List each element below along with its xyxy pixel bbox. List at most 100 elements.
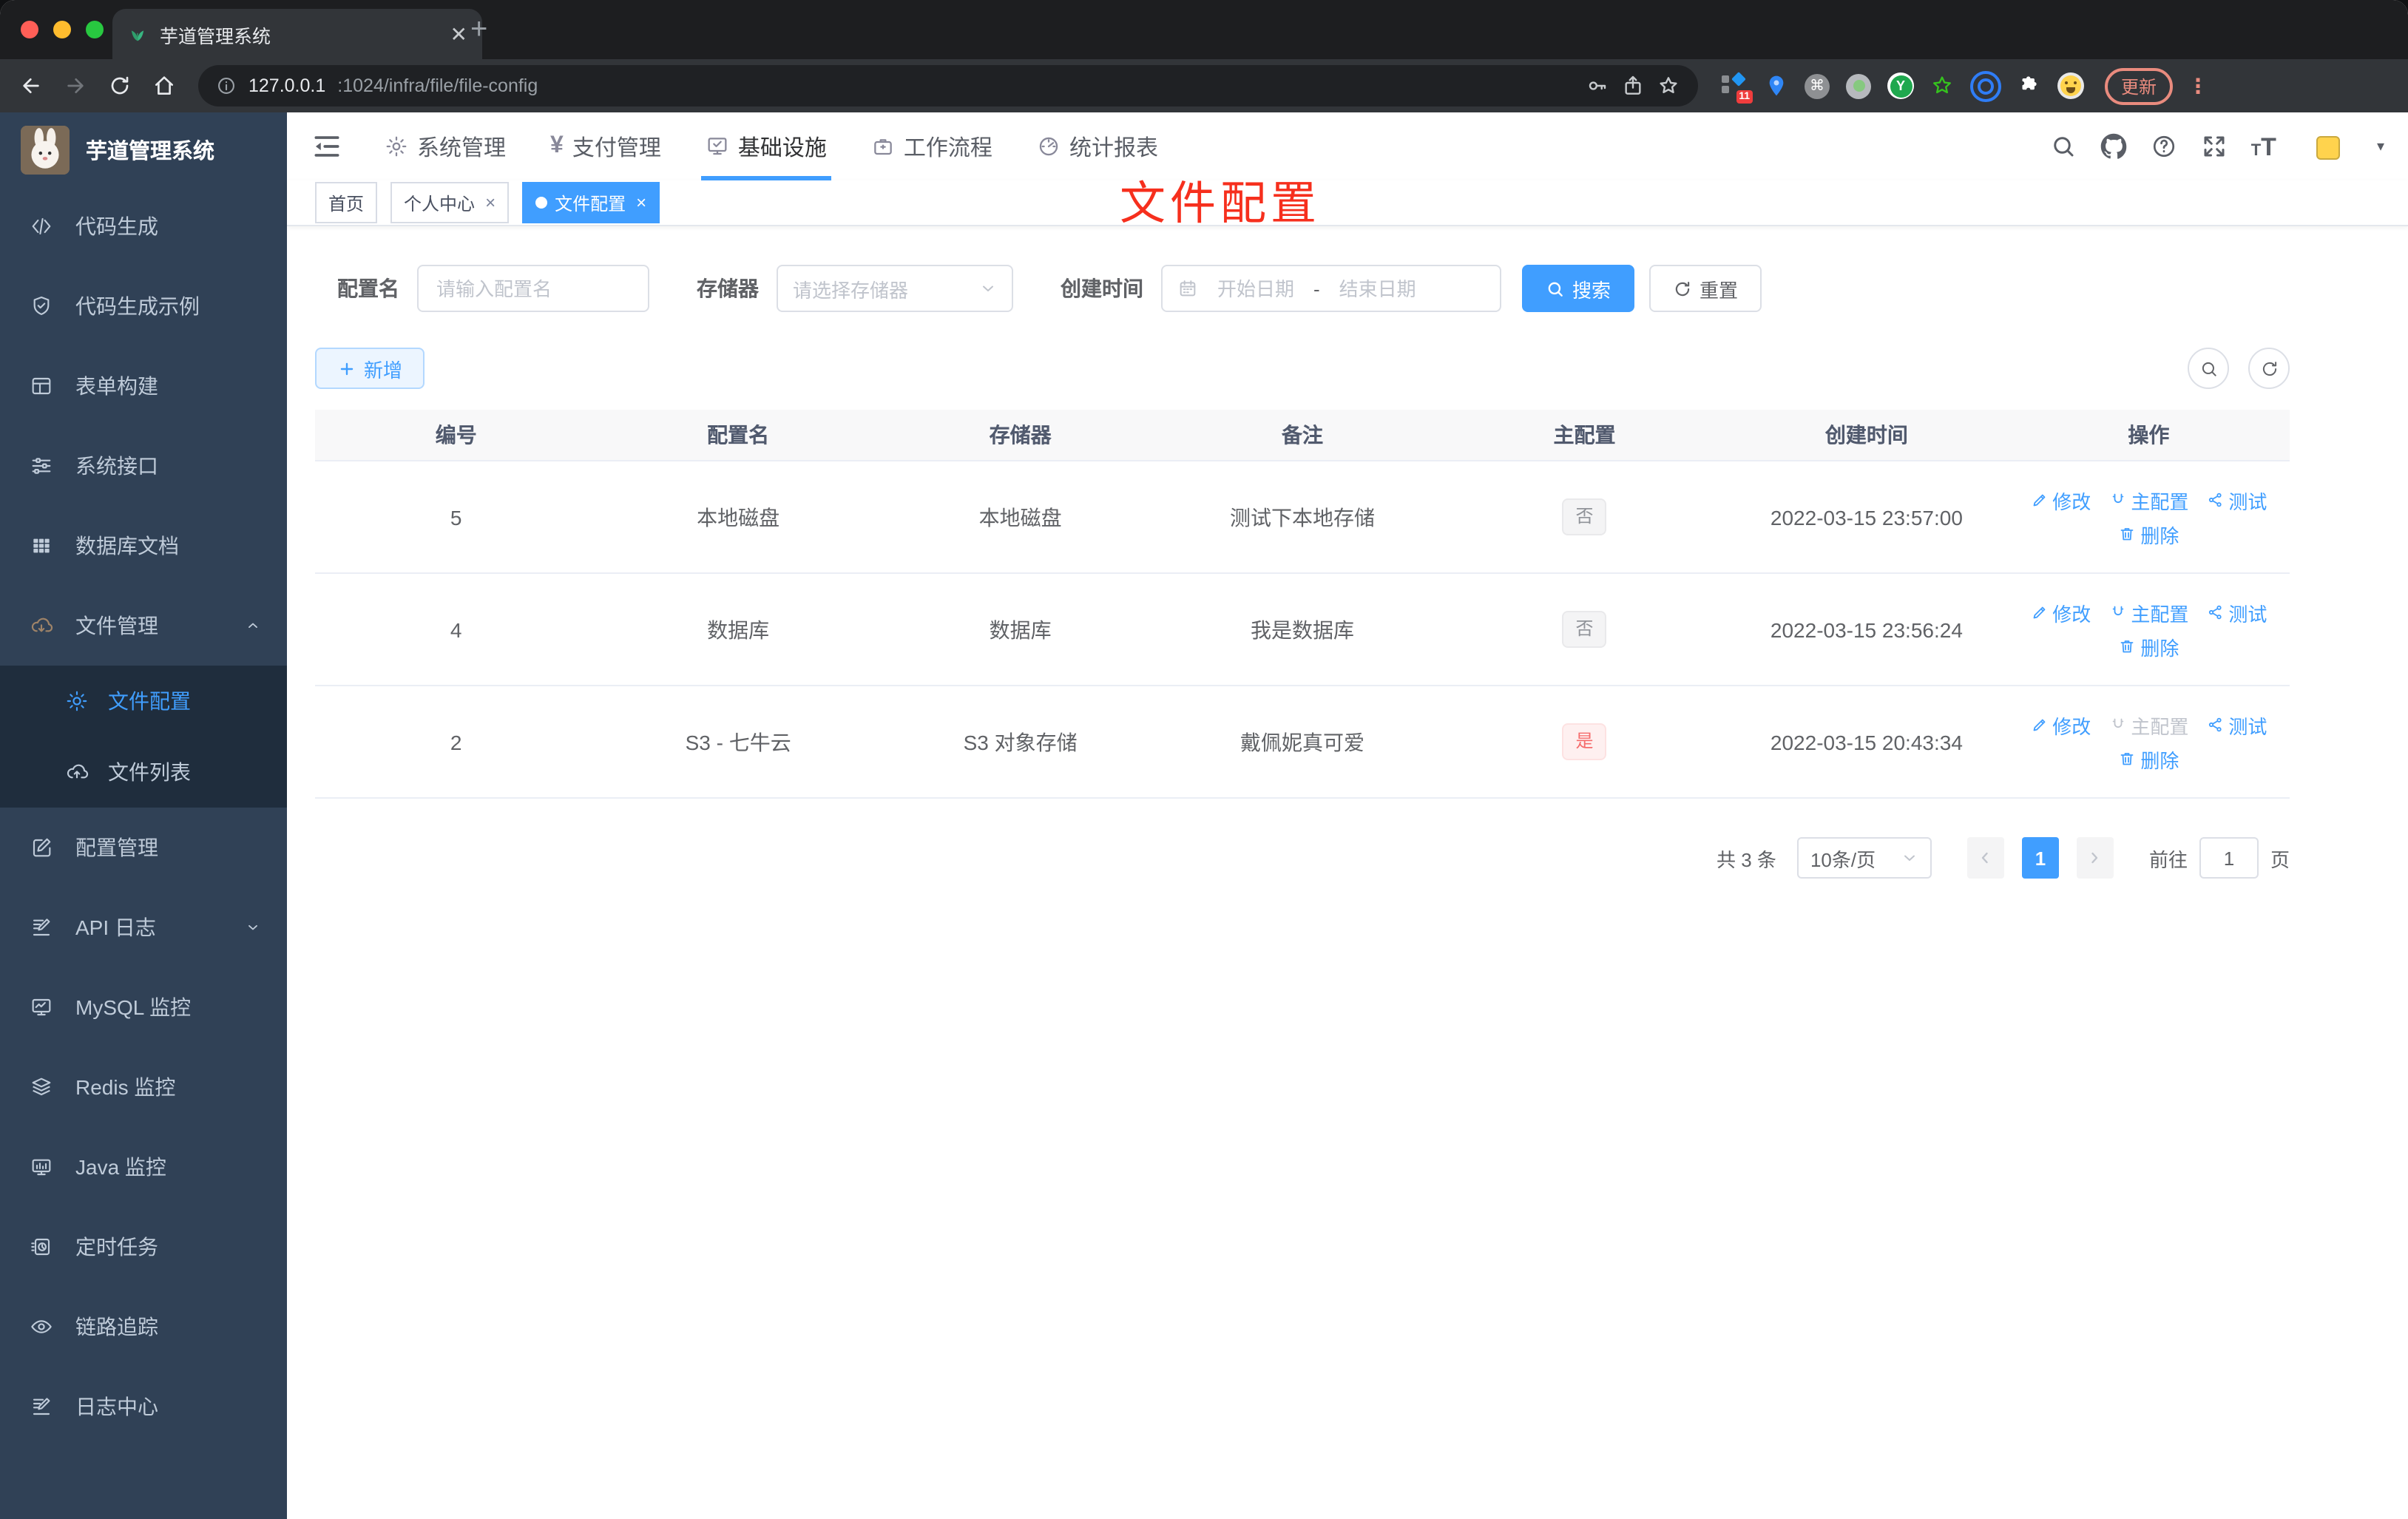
edit-action[interactable]: 修改 bbox=[2030, 711, 2091, 739]
app: 芋道管理系统 代码生成 代码生成示例 表单构建 系统接口 数据库文档 文件管理 … bbox=[0, 112, 2408, 1519]
menu-workflow[interactable]: 工作流程 bbox=[871, 112, 992, 180]
close-window-button[interactable] bbox=[21, 21, 38, 38]
total-count: 共 3 条 bbox=[1717, 848, 1776, 870]
master-action[interactable]: 主配置 bbox=[2108, 486, 2188, 514]
extension-y-icon[interactable]: Y bbox=[1887, 72, 1914, 99]
sidebar-item-db-doc[interactable]: 数据库文档 bbox=[0, 506, 287, 586]
end-date-input[interactable] bbox=[1328, 276, 1427, 301]
back-icon[interactable] bbox=[12, 67, 50, 105]
collapse-sidebar-icon[interactable] bbox=[311, 130, 343, 163]
sidebar-item-code-gen[interactable]: 代码生成 bbox=[0, 186, 287, 266]
table-header: 编号 配置名 存储器 备注 主配置 创建时间 操作 bbox=[315, 410, 2290, 461]
master-action[interactable]: 主配置 bbox=[2108, 598, 2188, 626]
help-icon[interactable] bbox=[2151, 133, 2177, 160]
extension-command-icon[interactable]: ⌘ bbox=[1805, 73, 1830, 98]
search-button[interactable]: 搜索 bbox=[1522, 265, 1635, 312]
test-action[interactable]: 测试 bbox=[2206, 486, 2267, 514]
share-nodes-icon bbox=[2206, 491, 2224, 509]
sidebar-item-redis-monitor[interactable]: Redis 监控 bbox=[0, 1047, 287, 1127]
sidebar-item-code-gen-example[interactable]: 代码生成示例 bbox=[0, 266, 287, 346]
sidebar-item-api-log[interactable]: API 日志 bbox=[0, 887, 287, 967]
form-grid-icon bbox=[30, 374, 53, 398]
bookmark-star-icon[interactable] bbox=[1657, 74, 1680, 98]
tab-close-icon[interactable]: ✕ bbox=[450, 24, 467, 44]
refresh-table-button[interactable] bbox=[2248, 348, 2290, 389]
delete-action[interactable]: 删除 bbox=[2118, 520, 2179, 548]
show-search-button[interactable] bbox=[2188, 348, 2229, 389]
font-size-icon[interactable]: TT bbox=[2251, 134, 2276, 159]
sidebar-item-file-manage[interactable]: 文件管理 bbox=[0, 586, 287, 666]
share-icon[interactable] bbox=[1621, 74, 1645, 98]
page-number-current[interactable]: 1 bbox=[2021, 837, 2059, 879]
start-date-input[interactable] bbox=[1207, 276, 1305, 301]
menu-system-manage[interactable]: 系统管理 bbox=[385, 112, 506, 180]
storage-select[interactable]: 请选择存储器 bbox=[777, 265, 1013, 312]
browser-menu-icon[interactable]: ⋮ bbox=[2188, 73, 2208, 98]
extension-pin-icon[interactable]: 11 bbox=[1722, 72, 1753, 104]
cell-remark: 戴佩妮真可爱 bbox=[1240, 730, 1365, 754]
sidebar-item-file-config[interactable]: 文件配置 bbox=[0, 666, 287, 737]
browser-tab[interactable]: 芋道管理系统 ✕ bbox=[112, 9, 482, 59]
table-row: 4 数据库 数据库 我是数据库 否 2022-03-15 23:56:24 修改… bbox=[315, 574, 2290, 686]
tag-file-config[interactable]: 文件配置 × bbox=[522, 182, 660, 223]
password-key-icon[interactable] bbox=[1586, 74, 1609, 98]
new-tab-button[interactable]: + bbox=[470, 15, 487, 44]
delete-action[interactable]: 删除 bbox=[2118, 632, 2179, 660]
home-icon[interactable] bbox=[145, 67, 183, 105]
sidebar-item-system-api[interactable]: 系统接口 bbox=[0, 426, 287, 506]
page-size-select[interactable]: 10条/页 bbox=[1796, 837, 1932, 879]
cell-created: 2022-03-15 20:43:34 bbox=[1770, 730, 1963, 754]
table-grid-icon bbox=[30, 534, 53, 558]
edit-square-icon bbox=[30, 836, 53, 859]
test-action[interactable]: 测试 bbox=[2206, 711, 2267, 739]
fullscreen-icon[interactable] bbox=[2201, 133, 2228, 160]
sidebar-item-log-center[interactable]: 日志中心 bbox=[0, 1367, 287, 1447]
close-icon[interactable]: × bbox=[636, 192, 646, 213]
github-icon[interactable] bbox=[2100, 133, 2127, 160]
extension-eye-icon[interactable] bbox=[1970, 70, 2001, 101]
extension-puzzle-icon[interactable] bbox=[2018, 74, 2041, 98]
date-range-picker[interactable]: - bbox=[1161, 265, 1501, 312]
extension-recorder-icon[interactable] bbox=[1846, 73, 1871, 98]
reset-button[interactable]: 重置 bbox=[1649, 265, 1762, 312]
sidebar-item-config-manage[interactable]: 配置管理 bbox=[0, 808, 287, 887]
delete-action[interactable]: 删除 bbox=[2118, 745, 2179, 773]
sidebar-item-file-list[interactable]: 文件列表 bbox=[0, 737, 287, 808]
extension-map-pin-icon[interactable] bbox=[1765, 74, 1788, 98]
reload-icon[interactable] bbox=[101, 67, 139, 105]
forward-icon[interactable] bbox=[56, 67, 95, 105]
sidebar-item-tracing[interactable]: 链路追踪 bbox=[0, 1287, 287, 1367]
extension-star-icon[interactable] bbox=[1930, 74, 1954, 98]
add-button[interactable]: 新增 bbox=[315, 348, 425, 389]
sidebar-item-java-monitor[interactable]: Java 监控 bbox=[0, 1127, 287, 1207]
goto-page-input[interactable] bbox=[2199, 837, 2259, 879]
menu-pay-manage[interactable]: ¥ 支付管理 bbox=[550, 112, 661, 180]
tag-profile[interactable]: 个人中心 × bbox=[390, 182, 510, 223]
site-info-icon[interactable] bbox=[216, 75, 237, 96]
edit-action[interactable]: 修改 bbox=[2030, 486, 2091, 514]
header-right-icons: TT ▾ bbox=[2050, 120, 2384, 173]
test-action[interactable]: 测试 bbox=[2206, 598, 2267, 626]
minimize-window-button[interactable] bbox=[53, 21, 71, 38]
close-icon[interactable]: × bbox=[485, 192, 496, 213]
address-bar[interactable]: 127.0.0.1:1024/infra/file/file-config bbox=[198, 65, 1698, 106]
search-icon[interactable] bbox=[2050, 133, 2077, 160]
menu-infrastructure[interactable]: 基础设施 bbox=[700, 112, 831, 180]
col-remark: 备注 bbox=[1282, 423, 1324, 447]
config-name-input[interactable] bbox=[417, 265, 649, 312]
user-caret-down-icon[interactable]: ▾ bbox=[2377, 138, 2384, 155]
extension-emoji-icon[interactable] bbox=[2057, 72, 2084, 99]
sidebar-item-form-builder[interactable]: 表单构建 bbox=[0, 346, 287, 426]
app-logo-row[interactable]: 芋道管理系统 bbox=[0, 112, 287, 186]
cloud-upload-icon bbox=[65, 760, 89, 784]
zoom-window-button[interactable] bbox=[86, 21, 104, 38]
next-page-button[interactable] bbox=[2076, 837, 2114, 879]
sidebar-item-mysql-monitor[interactable]: MySQL 监控 bbox=[0, 967, 287, 1047]
browser-update-button[interactable]: 更新 bbox=[2105, 67, 2174, 104]
tag-home[interactable]: 首页 bbox=[315, 182, 378, 223]
table-toolbar: 新增 bbox=[315, 348, 2290, 389]
avatar[interactable] bbox=[2299, 120, 2353, 173]
sidebar-item-scheduled-task[interactable]: 定时任务 bbox=[0, 1207, 287, 1287]
edit-action[interactable]: 修改 bbox=[2030, 598, 2091, 626]
prev-page-button[interactable] bbox=[1966, 837, 2004, 879]
